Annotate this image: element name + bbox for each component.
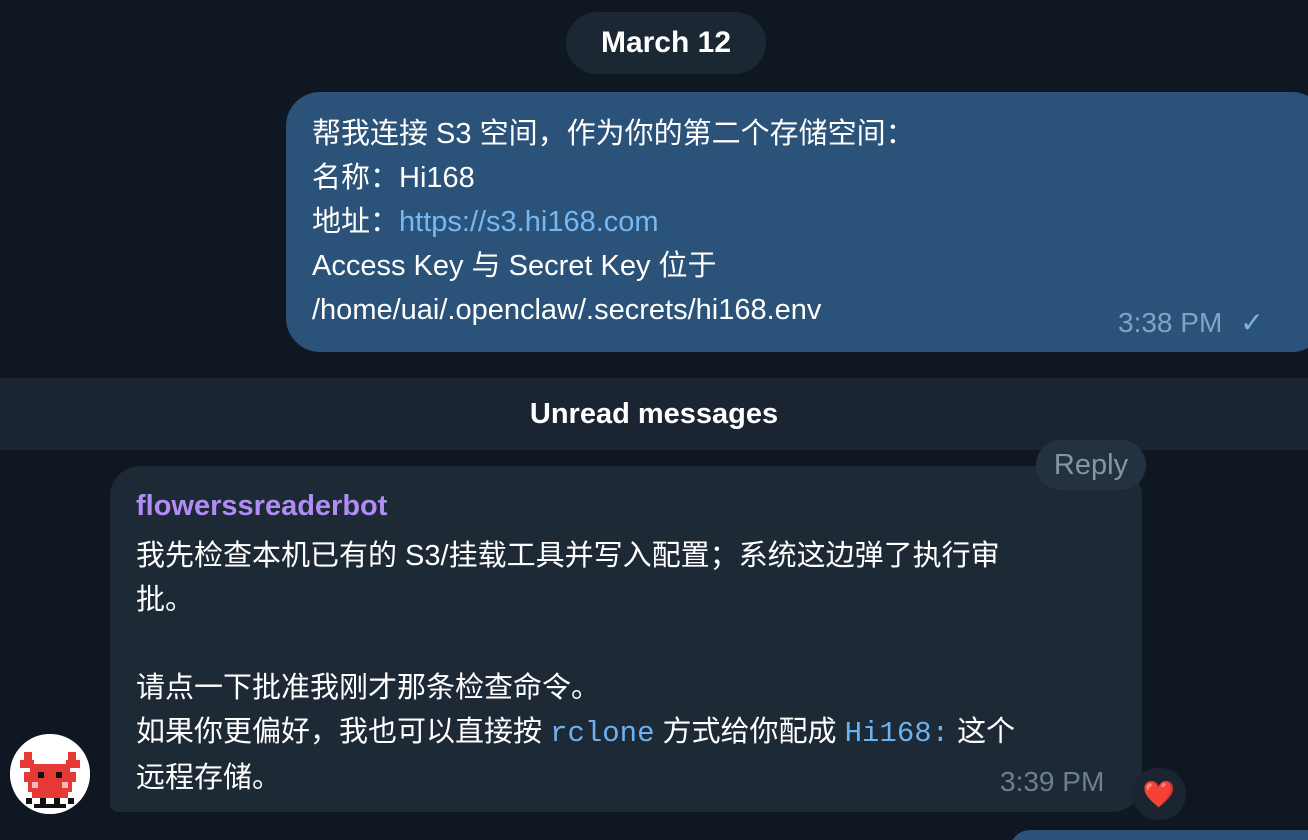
line-4-suffix: 这个 [949, 716, 1016, 748]
inline-code-remote[interactable]: Hi168: [845, 717, 949, 750]
outgoing-line-2: 名称：Hi168 [312, 156, 915, 200]
heart-reaction[interactable]: ❤️ [1132, 768, 1186, 820]
line-4-middle: 方式给你配成 [654, 716, 845, 748]
chat-history[interactable]: March 12 帮我连接 S3 空间，作为你的第二个存储空间： 名称：Hi16… [0, 0, 1308, 840]
incoming-line-1: 我先检查本机已有的 S3/挂载工具并写入配置；系统这边弹了执行审 [136, 540, 1000, 572]
incoming-message-text: 我先检查本机已有的 S3/挂载工具并写入配置；系统这边弹了执行审 批。 请点一下… [136, 534, 1096, 800]
incoming-line-5: 远程存储。 [136, 762, 282, 794]
heart-icon: ❤️ [1142, 778, 1176, 809]
incoming-message-bubble[interactable]: flowerssreaderbot 我先检查本机已有的 S3/挂载工具并写入配置… [110, 466, 1142, 812]
name-label: 名称： [312, 162, 400, 194]
next-outgoing-bubble [1010, 830, 1308, 840]
outgoing-line-4: Access Key 与 Secret Key 位于 [312, 250, 717, 282]
incoming-line-3: 请点一下批准我刚才那条检查命令。 [136, 672, 601, 704]
outgoing-line-3: 地址：https://s3.hi168.com [312, 200, 915, 244]
address-label: 地址： [312, 206, 400, 238]
inline-code-rclone[interactable]: rclone [550, 717, 654, 750]
check-icon: ✓ [1240, 307, 1264, 338]
incoming-line-4: 如果你更偏好，我也可以直接按 rclone 方式给你配成 Hi168: 这个 [136, 710, 1096, 756]
outgoing-message-bubble[interactable]: 帮我连接 S3 空间，作为你的第二个存储空间： 名称：Hi168 地址：http… [286, 92, 1308, 352]
sender-name[interactable]: flowerssreaderbot [136, 490, 387, 523]
incoming-line-2: 批。 [136, 584, 195, 616]
reply-button[interactable]: Reply [1036, 440, 1146, 490]
outgoing-message-text: 帮我连接 S3 空间，作为你的第二个存储空间： 名称：Hi168 地址：http… [312, 112, 915, 332]
outgoing-message-time: 3:38 PM [1118, 306, 1223, 338]
pixel-crab-avatar-icon [10, 734, 90, 814]
bot-avatar[interactable] [10, 734, 90, 814]
date-divider: March 12 [566, 12, 766, 74]
name-value: Hi168 [399, 162, 475, 194]
address-link[interactable]: https://s3.hi168.com [399, 206, 659, 238]
outgoing-line-5: /home/uai/.openclaw/.secrets/hi168.env [312, 294, 822, 326]
outgoing-message-meta: 3:38 PM ✓ [1118, 306, 1264, 339]
line-4-prefix: 如果你更偏好，我也可以直接按 [136, 716, 551, 748]
incoming-message-time: 3:39 PM [1000, 766, 1105, 797]
outgoing-line-1: 帮我连接 S3 空间，作为你的第二个存储空间： [312, 118, 915, 150]
